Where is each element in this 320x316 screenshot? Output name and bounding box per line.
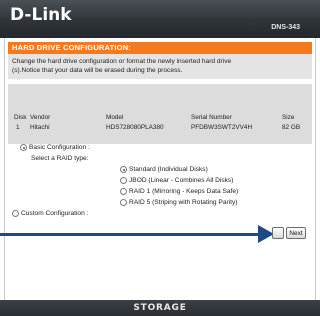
raid-jbod-radio[interactable] — [120, 177, 127, 184]
footer-label: STORAGE — [133, 303, 187, 313]
cell-model: HDS728080PLA380 — [106, 123, 164, 131]
column-header-disk: Disk — [14, 113, 27, 121]
raid-jbod-label: JBOD (Linear - Combines All Disks) — [129, 177, 234, 184]
description-line-1: Change the hard drive configuration or f… — [12, 58, 232, 65]
custom-config-label: Custom Configuration : — [21, 210, 89, 217]
dlink-logo: D-Link — [10, 5, 72, 25]
custom-config-option[interactable]: Custom Configuration : — [12, 210, 88, 217]
raid-standard-radio[interactable] — [120, 166, 127, 173]
cell-vendor: Hitachi — [30, 123, 50, 131]
raid-raid1-radio[interactable] — [120, 188, 127, 195]
pointer-arrow-line — [0, 233, 270, 236]
raid-option-raid1[interactable]: RAID 1 (Mirroring - Keeps Data Safe) — [120, 188, 238, 195]
model-label: DNS-343 — [271, 24, 300, 31]
disk-table: Disk Vendor Model Serial Number Size 1 H… — [8, 112, 312, 132]
header-bar: D-Link DNS-343 — [0, 0, 320, 38]
cell-size: 82 GB — [282, 123, 301, 131]
column-header-serial: Serial Number — [191, 113, 232, 121]
column-header-model: Model — [106, 113, 124, 121]
cell-disk: 1 — [16, 123, 20, 131]
raid-option-raid5[interactable]: RAID 5 (Striping with Rotating Parity) — [120, 199, 237, 206]
footer-bar: STORAGE — [0, 300, 320, 316]
raid-raid5-label: RAID 5 (Striping with Rotating Parity) — [129, 199, 238, 206]
section-description: Change the hard drive configuration or f… — [8, 54, 312, 79]
raid-option-jbod[interactable]: JBOD (Linear - Combines All Disks) — [120, 177, 233, 184]
next-button[interactable]: Next — [286, 227, 306, 239]
raid-raid1-label: RAID 1 (Mirroring - Keeps Data Safe) — [129, 188, 239, 195]
section-header: HARD DRIVE CONFIGURATION: — [8, 42, 312, 54]
disk-table-area: Disk Vendor Model Serial Number Size 1 H… — [8, 84, 312, 144]
configuration-area: Basic Configuration : Select a RAID type… — [8, 144, 312, 298]
basic-config-radio[interactable] — [20, 144, 27, 151]
select-raid-label: Select a RAID type: — [31, 155, 89, 162]
custom-config-radio[interactable] — [12, 210, 19, 217]
table-row: 1 Hitachi HDS728080PLA380 PFDBW3SWT2VV4H… — [8, 122, 312, 132]
column-header-size: Size — [282, 113, 295, 121]
description-line-2: (s).Notice that your data will be erased… — [12, 67, 183, 74]
raid-option-standard[interactable]: Standard (Individual Disks) — [120, 166, 208, 173]
raid-raid5-radio[interactable] — [120, 199, 127, 206]
section-title: HARD DRIVE CONFIGURATION: — [12, 43, 132, 52]
basic-config-option[interactable]: Basic Configuration : — [20, 144, 90, 151]
previous-button[interactable] — [272, 227, 284, 239]
cell-serial: PFDBW3SWT2VV4H — [191, 123, 253, 131]
raid-standard-label: Standard (Individual Disks) — [129, 166, 208, 173]
basic-config-label: Basic Configuration : — [29, 144, 90, 151]
column-header-vendor: Vendor — [30, 113, 51, 121]
table-header-row: Disk Vendor Model Serial Number Size — [8, 112, 312, 122]
